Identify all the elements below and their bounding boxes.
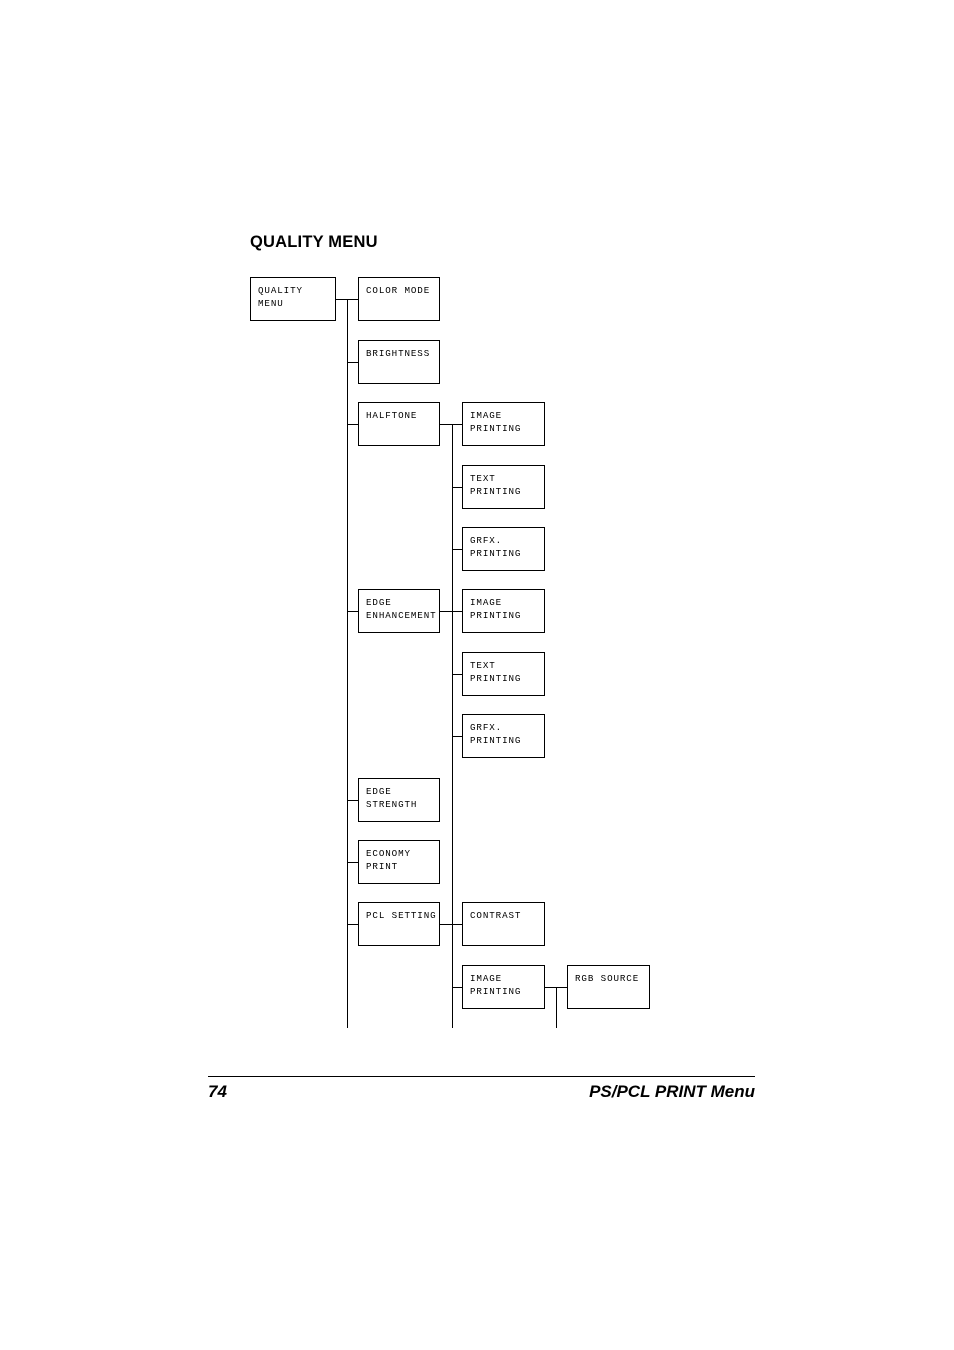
connector-stub-edge_enh	[440, 611, 452, 612]
connector-stub-halftone	[440, 424, 452, 425]
menu-node-label-line: TEXT	[470, 660, 496, 671]
menu-node-ht_grfx: GRFX. PRINTING	[462, 527, 545, 571]
connector-stub-brightness	[347, 362, 358, 363]
connector-trunk-level4	[556, 987, 557, 1028]
footer-page-number: 74	[208, 1082, 227, 1101]
connector-stub-edge_strength	[347, 800, 358, 801]
connector-stub-pcl_setting	[440, 924, 452, 925]
menu-node-color_mode: COLOR MODE	[358, 277, 440, 321]
footer-section-label: PS/PCL PRINT Menu	[589, 1082, 755, 1101]
menu-node-label-line: COLOR MODE	[366, 285, 431, 296]
menu-node-label-line: ECONOMY	[366, 848, 411, 859]
connector-stub-pcl_setting	[347, 924, 358, 925]
connector-stub-color_mode	[347, 299, 358, 300]
menu-node-label-line: IMAGE	[470, 973, 503, 984]
connector-trunk-level2	[347, 299, 348, 1028]
menu-node-label-line: EDGE	[366, 597, 392, 608]
document-page: QUALITY MENU QUALITY MENU COLOR MODE BRIGHT…	[0, 0, 954, 1350]
connector-stub-ht_text	[452, 487, 462, 488]
connector-stub-pcl_image	[452, 987, 462, 988]
menu-node-label-line: BRIGHTNESS	[366, 348, 431, 359]
menu-node-label-line: STRENGTH	[366, 799, 418, 810]
connector-stub-root	[336, 299, 347, 300]
menu-node-pcl_image: IMAGE PRINTING	[462, 965, 545, 1009]
menu-node-label-line: PRINTING	[470, 423, 522, 434]
menu-node-ht_text: TEXT PRINTING	[462, 465, 545, 509]
menu-node-label-line: PRINTING	[470, 986, 522, 997]
menu-node-contrast: CONTRAST	[462, 902, 545, 946]
connector-stub-halftone	[347, 424, 358, 425]
menu-node-label-line: PRINTING	[470, 486, 522, 497]
quality-menu-tree-diagram: QUALITY MENU COLOR MODE BRIGHTNESS HALFTONE I…	[0, 0, 954, 1060]
connector-stub-ee_image	[452, 611, 462, 612]
menu-node-label-line: GRFX.	[470, 535, 503, 546]
menu-node-label-line: RGB SOURCE	[575, 973, 640, 984]
menu-node-label-line: ENHANCEMENT	[366, 610, 437, 621]
footer-divider	[208, 1076, 755, 1077]
menu-node-edge_strength: EDGE STRENGTH	[358, 778, 440, 822]
menu-node-label-line: PRINTING	[470, 610, 522, 621]
menu-node-halftone: HALFTONE	[358, 402, 440, 446]
connector-trunk-level3	[452, 424, 453, 1028]
menu-node-brightness: BRIGHTNESS	[358, 340, 440, 384]
menu-node-label-line: HALFTONE	[366, 410, 418, 421]
menu-node-ee_image: IMAGE PRINTING	[462, 589, 545, 633]
connector-stub-ht_grfx	[452, 549, 462, 550]
connector-stub-ee_grfx	[452, 736, 462, 737]
menu-node-ee_grfx: GRFX. PRINTING	[462, 714, 545, 758]
connector-stub-contrast	[452, 924, 462, 925]
menu-node-label-line: PRINT	[366, 861, 399, 872]
menu-node-label-line: QUALITY	[258, 285, 303, 296]
menu-node-label-line: IMAGE	[470, 597, 503, 608]
menu-node-label-line: PRINTING	[470, 673, 522, 684]
menu-node-label-line: IMAGE	[470, 410, 503, 421]
menu-node-rgb_source: RGB SOURCE	[567, 965, 650, 1009]
menu-node-label-line: CONTRAST	[470, 910, 522, 921]
menu-node-label-line: EDGE	[366, 786, 392, 797]
connector-stub-economy_print	[347, 862, 358, 863]
menu-node-label-line: TEXT	[470, 473, 496, 484]
menu-node-label-line: PCL SETTING	[366, 910, 437, 921]
menu-node-ht_image: IMAGE PRINTING	[462, 402, 545, 446]
menu-node-label-line: MENU	[258, 298, 284, 309]
connector-stub-edge_enh	[347, 611, 358, 612]
menu-node-label-line: GRFX.	[470, 722, 503, 733]
connector-stub-ee_text	[452, 674, 462, 675]
connector-stub-ht_image	[452, 424, 462, 425]
connector-stub-pcl_image	[545, 987, 556, 988]
menu-node-ee_text: TEXT PRINTING	[462, 652, 545, 696]
menu-node-root: QUALITY MENU	[250, 277, 336, 321]
menu-node-label-line: PRINTING	[470, 735, 522, 746]
menu-node-pcl_setting: PCL SETTING	[358, 902, 440, 946]
menu-node-edge_enh: EDGE ENHANCEMENT	[358, 589, 440, 633]
menu-node-economy_print: ECONOMY PRINT	[358, 840, 440, 884]
menu-node-label-line: PRINTING	[470, 548, 522, 559]
connector-stub-rgb_source	[556, 987, 567, 988]
